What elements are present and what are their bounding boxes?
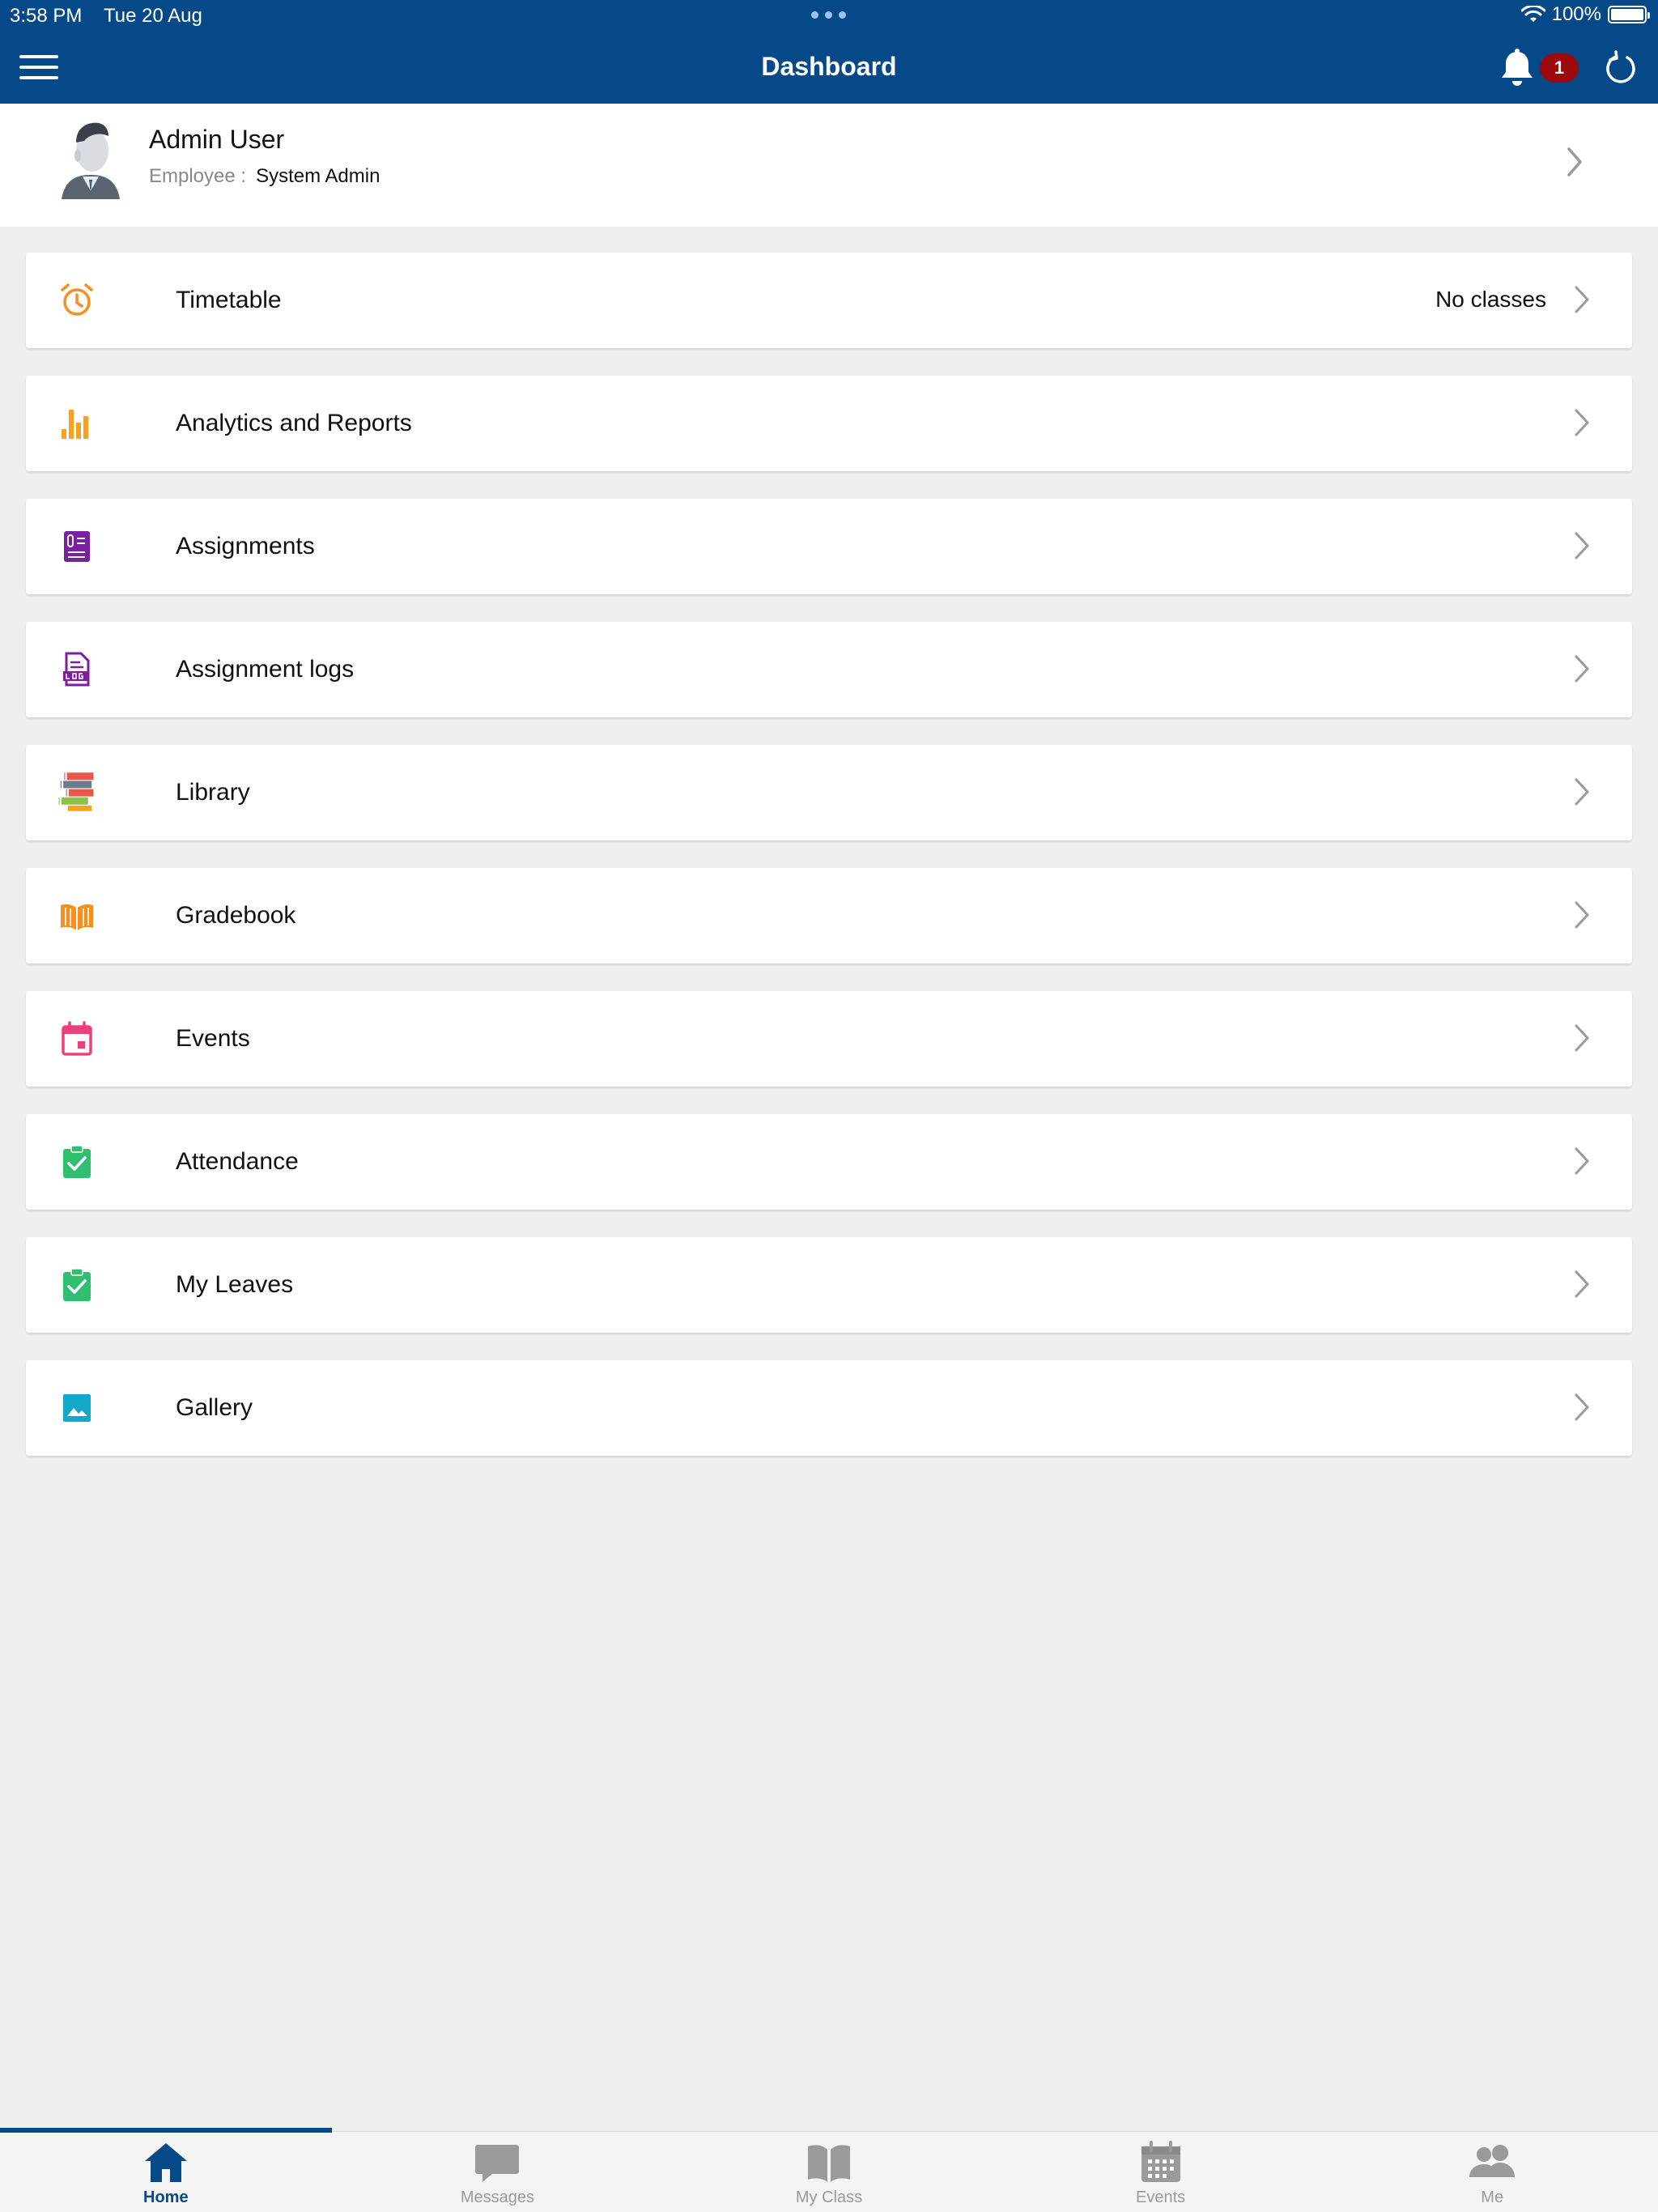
chevron-right-icon <box>1575 409 1589 436</box>
calendar-icon <box>1141 2141 1180 2182</box>
menu-item-value: No classes <box>1435 287 1546 312</box>
status-time: 3:58 PM <box>10 5 83 27</box>
notification-badge[interactable]: 1 <box>1540 53 1579 83</box>
top-bar: 3:58 PM Tue 20 Aug 100% Dashboard 1 <box>0 0 1658 104</box>
menu-item-my-leaves[interactable]: My Leaves <box>26 1237 1632 1333</box>
bell-icon[interactable] <box>1499 49 1535 87</box>
people-icon <box>1469 2145 1516 2177</box>
dashboard-menu-list: Timetable No classes Analytics and Repor… <box>26 253 1632 1483</box>
status-date: Tue 20 Aug <box>104 5 202 27</box>
chevron-right-icon <box>1575 286 1589 313</box>
home-icon <box>144 2143 187 2182</box>
chevron-right-icon <box>1567 147 1582 177</box>
assignment-icon <box>64 531 90 562</box>
menu-item-label: Assignment logs <box>176 656 355 683</box>
menu-item-attendance[interactable]: Attendance <box>26 1114 1632 1210</box>
chevron-right-icon <box>1575 1024 1589 1052</box>
avatar <box>62 122 120 199</box>
chevron-right-icon <box>1575 1147 1589 1175</box>
menu-item-assignments[interactable]: Assignments <box>26 499 1632 594</box>
wifi-icon <box>1520 6 1545 22</box>
log-document-icon <box>63 652 90 687</box>
menu-item-label: Assignments <box>176 533 315 559</box>
menu-item-timetable[interactable]: Timetable No classes <box>26 253 1632 348</box>
role-value: System Admin <box>256 165 380 187</box>
tab-events[interactable]: Events <box>995 2132 1327 2212</box>
menu-item-gradebook[interactable]: Gradebook <box>26 868 1632 963</box>
bar-chart-icon <box>62 410 88 439</box>
menu-item-label: Timetable <box>176 287 282 313</box>
role-label: Employee : <box>149 165 247 187</box>
menu-item-analytics[interactable]: Analytics and Reports <box>26 376 1632 471</box>
battery-icon <box>1608 6 1650 23</box>
menu-item-label: Gradebook <box>176 902 296 929</box>
book-icon <box>807 2145 850 2182</box>
tab-messages[interactable]: Messages <box>332 2132 664 2212</box>
clipboard-check-icon <box>63 1145 91 1178</box>
image-icon <box>63 1394 91 1422</box>
menu-item-label: Events <box>176 1025 250 1052</box>
menu-item-label: My Leaves <box>176 1271 294 1298</box>
tab-label: My Class <box>795 2189 863 2206</box>
menu-item-label: Library <box>176 779 250 806</box>
menu-item-gallery[interactable]: Gallery <box>26 1360 1632 1456</box>
tab-label: Home <box>143 2189 189 2206</box>
menu-item-label: Attendance <box>176 1148 299 1175</box>
tab-me[interactable]: Me <box>1326 2132 1658 2212</box>
open-book-icon <box>61 904 93 930</box>
active-tab-indicator <box>0 2128 332 2133</box>
profile-name: Admin User <box>149 125 285 154</box>
menu-item-label: Analytics and Reports <box>176 410 412 436</box>
alarm-clock-icon <box>61 283 93 316</box>
nav-bar: Dashboard 1 <box>0 32 1658 104</box>
chevron-right-icon <box>1575 778 1589 806</box>
chevron-right-icon <box>1575 532 1589 559</box>
status-right: 100% <box>1520 3 1650 26</box>
clipboard-check-icon <box>63 1268 91 1301</box>
tab-my-class[interactable]: My Class <box>663 2132 995 2212</box>
status-bar: 3:58 PM Tue 20 Aug 100% <box>0 0 1658 32</box>
tab-label: Events <box>1136 2189 1186 2206</box>
chevron-right-icon <box>1575 655 1589 683</box>
tab-label: Messages <box>460 2189 534 2206</box>
calendar-icon <box>62 1021 92 1056</box>
refresh-icon[interactable] <box>1603 50 1639 86</box>
profile-role: Employee : System Admin <box>149 165 380 188</box>
chevron-right-icon <box>1575 1393 1589 1421</box>
tab-home[interactable]: Home <box>0 2128 332 2212</box>
chevron-right-icon <box>1575 1270 1589 1298</box>
menu-item-library[interactable]: Library <box>26 745 1632 840</box>
menu-item-assignment-logs[interactable]: Assignment logs <box>26 622 1632 717</box>
chevron-right-icon <box>1575 901 1589 929</box>
profile-card[interactable]: Admin User Employee : System Admin <box>0 104 1658 227</box>
battery-percent: 100% <box>1551 3 1601 25</box>
app-root: 3:58 PM Tue 20 Aug 100% Dashboard 1 Admi… <box>0 0 1658 2212</box>
chat-bubble-icon <box>475 2145 520 2182</box>
menu-item-label: Gallery <box>176 1394 253 1421</box>
multitasking-dots-icon[interactable] <box>811 11 846 19</box>
tab-label: Me <box>1481 2189 1504 2206</box>
page-title: Dashboard <box>761 52 897 81</box>
books-icon <box>58 772 94 811</box>
bottom-tab-bar: Home Messages My Class Events Me <box>0 2128 1658 2212</box>
menu-item-events[interactable]: Events <box>26 991 1632 1087</box>
